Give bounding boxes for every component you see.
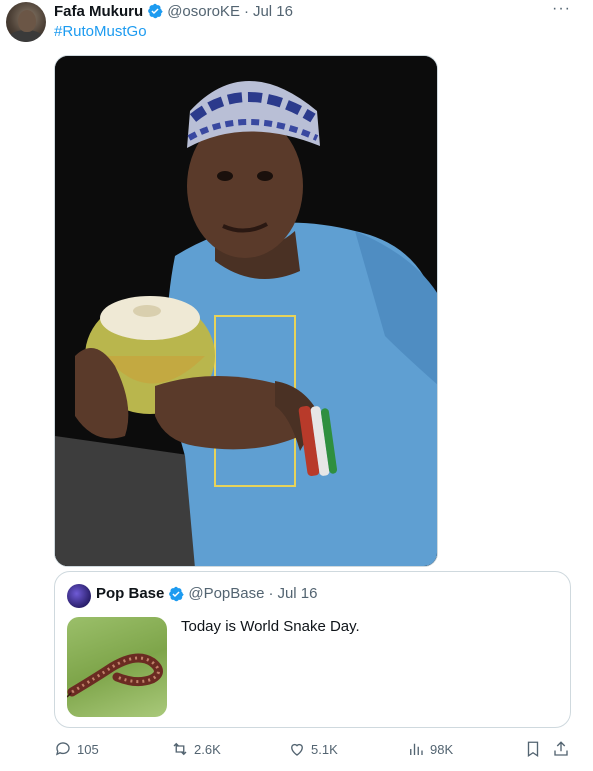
quoted-tweet-header: Pop Base @PopBase · Jul 16 bbox=[96, 585, 318, 602]
more-icon[interactable]: ··· bbox=[552, 0, 571, 18]
reply-icon bbox=[55, 742, 70, 756]
author-avatar[interactable] bbox=[6, 2, 46, 42]
separator-dot: · bbox=[268, 585, 274, 602]
repost-button[interactable]: 2.6K bbox=[171, 740, 221, 758]
share-button[interactable] bbox=[552, 740, 575, 758]
quoted-author-name[interactable]: Pop Base bbox=[96, 585, 164, 602]
bookmark-button[interactable] bbox=[524, 740, 547, 758]
author-name[interactable]: Fafa Mukuru bbox=[54, 3, 143, 20]
post-date[interactable]: Jul 16 bbox=[253, 3, 293, 20]
tweet: Fafa Mukuru @osoroKE · Jul 16 ··· #RutoM… bbox=[0, 0, 593, 771]
reply-count: 105 bbox=[77, 741, 99, 757]
quoted-tweet-text: Today is World Snake Day. bbox=[181, 618, 360, 635]
views-button[interactable]: 98K bbox=[407, 740, 453, 758]
action-bar: 105 2.6K 5.1K 98K bbox=[54, 740, 574, 760]
quoted-author-handle[interactable]: @PopBase bbox=[188, 585, 264, 602]
like-button[interactable]: 5.1K bbox=[288, 740, 338, 758]
verified-badge-icon bbox=[169, 586, 184, 601]
photo-illustration bbox=[55, 56, 437, 566]
like-count: 5.1K bbox=[311, 741, 338, 757]
bookmark-icon bbox=[527, 741, 539, 758]
quoted-tweet[interactable]: Pop Base @PopBase · Jul 16 Today is Worl… bbox=[54, 571, 571, 728]
share-icon bbox=[554, 741, 568, 756]
views-icon bbox=[410, 743, 423, 755]
like-icon bbox=[291, 743, 303, 756]
repost-icon bbox=[173, 742, 187, 756]
quoted-post-date[interactable]: Jul 16 bbox=[277, 585, 317, 602]
verified-badge-icon bbox=[148, 3, 163, 19]
separator-dot: · bbox=[243, 2, 249, 20]
tweet-header: Fafa Mukuru @osoroKE · Jul 16 bbox=[54, 1, 293, 21]
hashtag-link[interactable]: #RutoMustGo bbox=[54, 23, 147, 40]
author-handle[interactable]: @osoroKE bbox=[167, 3, 240, 20]
quoted-media-thumbnail[interactable] bbox=[67, 617, 167, 717]
reply-button[interactable]: 105 bbox=[54, 740, 99, 758]
views-count: 98K bbox=[430, 741, 454, 757]
post-photo[interactable] bbox=[54, 55, 438, 567]
snake-illustration bbox=[67, 653, 163, 698]
avatar-face bbox=[18, 10, 36, 32]
repost-count: 2.6K bbox=[194, 741, 221, 757]
quoted-author-avatar[interactable] bbox=[67, 584, 91, 608]
